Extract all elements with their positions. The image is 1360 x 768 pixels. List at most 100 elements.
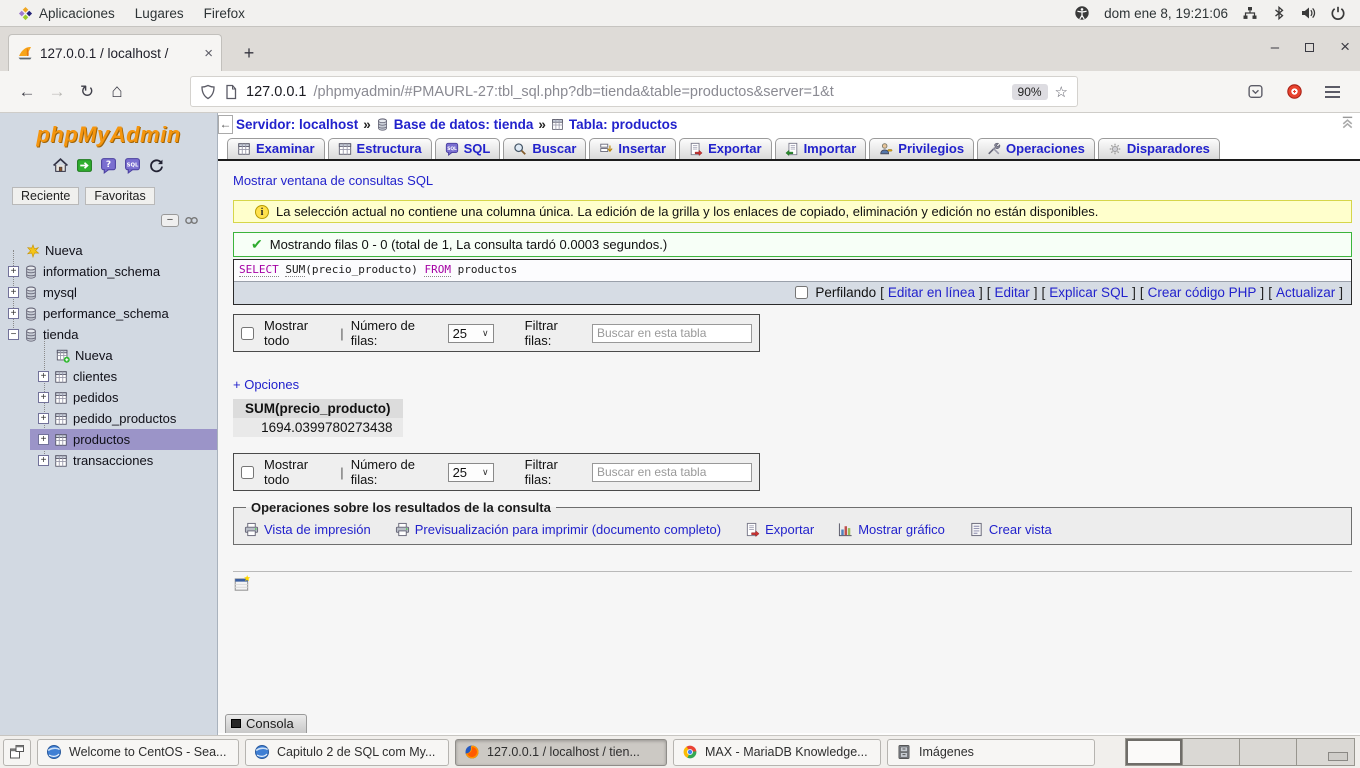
collapse-icon[interactable]: −: [8, 329, 19, 340]
export-link[interactable]: Exportar: [745, 522, 814, 537]
taskbar-window-mariadb-kb[interactable]: MAX - MariaDB Knowledge...: [673, 739, 881, 766]
breadcrumb-server-link[interactable]: Servidor: localhost: [236, 117, 358, 132]
inline-edit-link[interactable]: Editar en línea: [888, 285, 975, 300]
taskbar-window-imagenes[interactable]: Imágenes: [887, 739, 1095, 766]
show-desktop-button[interactable]: [3, 739, 31, 766]
firefox-menu[interactable]: Firefox: [194, 0, 255, 26]
expand-icon[interactable]: +: [8, 266, 19, 277]
forward-button[interactable]: →: [42, 77, 72, 107]
print-view-link[interactable]: Vista de impresión: [244, 522, 371, 537]
expand-icon[interactable]: +: [8, 308, 19, 319]
tab-buscar[interactable]: Buscar: [503, 138, 586, 159]
workspace-2[interactable]: [1183, 739, 1240, 765]
show-all-checkbox[interactable]: [241, 327, 254, 340]
tab-exportar[interactable]: Exportar: [679, 138, 771, 159]
tree-item-new-table[interactable]: Nueva: [0, 345, 217, 366]
create-php-code-link[interactable]: Crear código PHP: [1148, 285, 1257, 300]
num-rows-select[interactable]: 25∨: [448, 324, 494, 343]
tab-estructura[interactable]: Estructura: [328, 138, 432, 159]
sql-query-window-link[interactable]: Mostrar ventana de consultas SQL: [233, 173, 433, 188]
num-rows-select[interactable]: 25∨: [448, 463, 494, 482]
accessibility-icon[interactable]: [1074, 5, 1090, 21]
help-icon[interactable]: [100, 157, 117, 174]
collapse-navigation-arrow[interactable]: ←: [218, 115, 233, 134]
create-view-link[interactable]: Crear vista: [969, 522, 1052, 537]
tab-close-icon[interactable]: ×: [204, 45, 213, 62]
network-icon[interactable]: [1242, 5, 1258, 21]
expand-icon[interactable]: +: [38, 371, 49, 382]
options-toggle-link[interactable]: + Opciones: [233, 377, 299, 392]
window-close-button[interactable]: ×: [1340, 37, 1350, 57]
tab-insertar[interactable]: Insertar: [589, 138, 676, 159]
filter-rows-input[interactable]: [592, 463, 752, 482]
scroll-to-top-icon[interactable]: [1340, 115, 1355, 130]
window-minimize-button[interactable]: –: [1271, 39, 1279, 56]
tree-item-pedido-productos[interactable]: + pedido_productos: [0, 408, 217, 429]
phpmyadmin-logo[interactable]: phpMyAdmin: [0, 122, 217, 148]
collapse-all-button[interactable]: −: [161, 214, 179, 227]
refresh-icon[interactable]: [148, 157, 165, 174]
tree-item-tienda[interactable]: − tienda: [0, 324, 217, 345]
tree-item-mysql[interactable]: + mysql: [0, 282, 217, 303]
tab-examinar[interactable]: Examinar: [227, 138, 325, 159]
expand-icon[interactable]: +: [38, 413, 49, 424]
explain-sql-link[interactable]: Explicar SQL: [1049, 285, 1128, 300]
expand-icon[interactable]: +: [8, 287, 19, 298]
tree-item-transacciones[interactable]: + transacciones: [0, 450, 217, 471]
tree-item-information-schema[interactable]: + information_schema: [0, 261, 217, 282]
filter-rows-input[interactable]: [592, 324, 752, 343]
tab-importar[interactable]: Importar: [775, 138, 867, 159]
new-tab-button[interactable]: +: [235, 39, 263, 67]
applications-menu[interactable]: Aplicaciones: [8, 0, 125, 26]
taskbar-window-capitulo-sql[interactable]: Capitulo 2 de SQL com My...: [245, 739, 449, 766]
browser-tab[interactable]: 127.0.0.1 / localhost / ×: [8, 34, 222, 71]
tab-disparadores[interactable]: Disparadores: [1098, 138, 1220, 159]
refresh-link[interactable]: Actualizar: [1276, 285, 1335, 300]
breadcrumb-database-link[interactable]: Base de datos: tienda: [394, 117, 534, 132]
expand-icon[interactable]: +: [38, 434, 49, 445]
adblock-extension-icon[interactable]: [1286, 83, 1303, 100]
workspace-3[interactable]: [1240, 739, 1297, 765]
bookmark-star-icon[interactable]: ☆: [1055, 83, 1068, 101]
home-button[interactable]: ⌂: [102, 77, 132, 107]
expand-icon[interactable]: +: [38, 455, 49, 466]
console-toggle[interactable]: Consola: [225, 714, 307, 733]
column-header[interactable]: SUM(precio_producto): [233, 399, 403, 418]
window-maximize-button[interactable]: [1305, 43, 1314, 52]
edit-link[interactable]: Editar: [994, 285, 1029, 300]
recent-tab[interactable]: Reciente: [12, 187, 79, 205]
tab-operaciones[interactable]: Operaciones: [977, 138, 1095, 159]
tree-item-new-database[interactable]: Nueva: [0, 240, 217, 261]
back-button[interactable]: ←: [12, 77, 42, 107]
taskbar-window-welcome-centos[interactable]: Welcome to CentOS - Sea...: [37, 739, 239, 766]
menu-hamburger-icon[interactable]: [1325, 91, 1340, 93]
print-preview-link[interactable]: Previsualización para imprimir (document…: [395, 522, 721, 537]
save-to-pocket-icon[interactable]: [1247, 83, 1264, 100]
tab-sql[interactable]: SQL: [435, 138, 501, 159]
taskbar-window-phpmyadmin[interactable]: 127.0.0.1 / localhost / tien...: [455, 739, 667, 766]
show-all-checkbox[interactable]: [241, 466, 254, 479]
open-new-window-icon[interactable]: [233, 575, 251, 593]
sql-window-icon[interactable]: [124, 157, 141, 174]
places-menu[interactable]: Lugares: [125, 0, 194, 26]
expand-icon[interactable]: +: [38, 392, 49, 403]
favorites-tab[interactable]: Favoritas: [85, 187, 154, 205]
url-bar[interactable]: 127.0.0.1/phpmyadmin/#PMAURL-27:tbl_sql.…: [190, 76, 1078, 107]
tree-item-pedidos[interactable]: + pedidos: [0, 387, 217, 408]
exit-icon[interactable]: [76, 157, 93, 174]
page-info-icon[interactable]: [223, 84, 239, 100]
display-chart-link[interactable]: Mostrar gráfico: [838, 522, 945, 537]
tree-item-clientes[interactable]: + clientes: [0, 366, 217, 387]
reload-button[interactable]: ↻: [72, 77, 102, 107]
shield-icon[interactable]: [200, 84, 216, 100]
workspace-1[interactable]: [1126, 739, 1183, 765]
tree-item-performance-schema[interactable]: + performance_schema: [0, 303, 217, 324]
volume-icon[interactable]: [1300, 5, 1316, 21]
workspace-4[interactable]: [1297, 739, 1354, 765]
clock[interactable]: dom ene 8, 19:21:06: [1104, 6, 1228, 21]
breadcrumb-table-link[interactable]: Tabla: productos: [569, 117, 678, 132]
profiling-checkbox[interactable]: [795, 286, 808, 299]
zoom-level-badge[interactable]: 90%: [1012, 84, 1048, 100]
bluetooth-icon[interactable]: [1272, 5, 1286, 21]
home-icon[interactable]: [52, 157, 69, 174]
